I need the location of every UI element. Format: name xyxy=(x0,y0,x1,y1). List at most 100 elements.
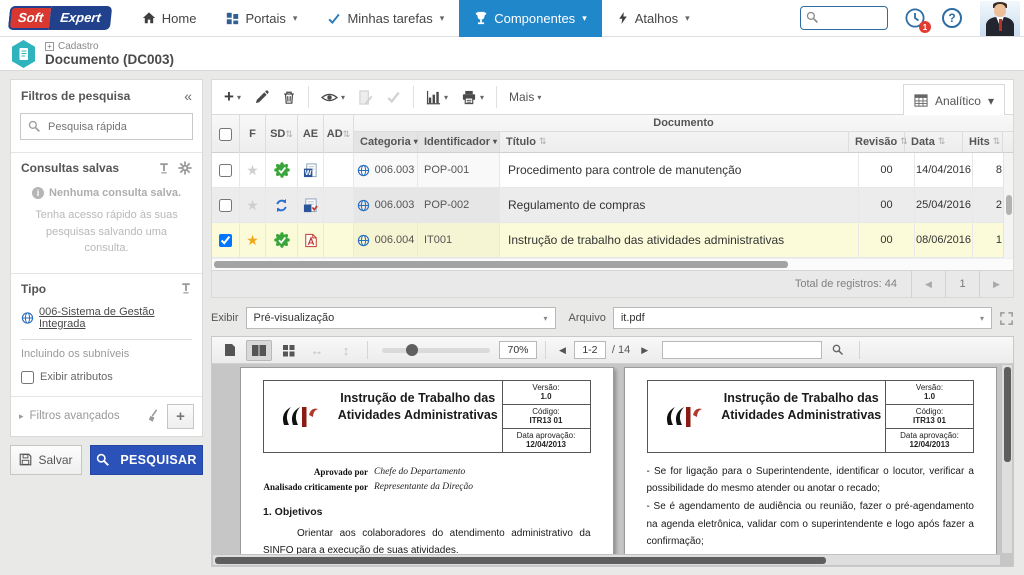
objetivos-text: Orientar aos colaboradores do atendiment… xyxy=(263,525,591,554)
nav-componentes[interactable]: Componentes ▾ xyxy=(459,0,601,37)
page-title: Documento (DC003) xyxy=(45,52,174,67)
check-icon xyxy=(386,90,401,104)
col-ad[interactable]: AD⇅ xyxy=(324,115,354,153)
row-checkbox[interactable] xyxy=(219,164,232,177)
thumbnails-view-button[interactable] xyxy=(275,340,301,361)
nav-minhas-tarefas[interactable]: Minhas tarefas ▾ xyxy=(312,0,459,37)
chart-button[interactable]: ▾ xyxy=(420,85,454,110)
favorite-star-icon[interactable]: ★ xyxy=(246,232,259,249)
select-all-checkbox[interactable] xyxy=(219,128,232,141)
nav-portais[interactable]: Portais ▾ xyxy=(211,0,312,37)
fullscreen-icon[interactable] xyxy=(999,311,1014,326)
exibir-select[interactable]: Pré-visualização ▾ xyxy=(246,307,556,329)
edit-button[interactable] xyxy=(248,85,275,110)
page-number-input[interactable]: 1-2 xyxy=(574,341,606,359)
logo-soft: Soft xyxy=(8,6,52,30)
breadcrumb-section[interactable]: Cadastro xyxy=(58,41,99,52)
zoom-value[interactable]: 70% xyxy=(499,341,537,359)
col-ae[interactable]: AE xyxy=(298,115,324,153)
saved-queries-title: Consultas salvas xyxy=(21,161,119,175)
table-row-selected[interactable]: ★ 006.004 IT001 Instrução de trabalho da… xyxy=(212,223,1013,258)
cell-revisao: 00 xyxy=(880,164,892,176)
zoom-slider[interactable] xyxy=(382,348,490,353)
trash-icon xyxy=(282,90,296,105)
view-mode-selector[interactable]: Analítico ▾ xyxy=(903,84,1005,116)
zoom-slider-knob[interactable] xyxy=(406,344,418,356)
next-page-button[interactable]: ▶ xyxy=(979,271,1013,298)
cell-categoria: 006.004 xyxy=(375,234,415,246)
facing-pages-view-button[interactable] xyxy=(246,340,272,361)
pdf-search-input[interactable] xyxy=(662,341,822,359)
pdf-viewer-area[interactable]: Instrução de Trabalho das Atividades Adm… xyxy=(212,364,1013,566)
prev-page-button[interactable]: ◀ xyxy=(911,271,945,298)
codigo-value: ITR13 01 xyxy=(888,416,971,425)
nav-home[interactable]: Home xyxy=(127,0,212,37)
prev-page-icon[interactable]: ◀ xyxy=(554,345,571,356)
next-page-icon[interactable]: ▶ xyxy=(636,345,653,356)
col-identificador[interactable]: Identificador▾ xyxy=(418,132,500,152)
more-button[interactable]: Mais ▾ xyxy=(503,85,547,109)
cell-titulo: Instrução de trabalho das atividades adm… xyxy=(508,233,784,247)
favorite-star-icon[interactable]: ★ xyxy=(246,162,259,179)
delete-button[interactable] xyxy=(276,85,302,110)
row-checkbox[interactable] xyxy=(219,234,232,247)
table-row[interactable]: ★ 006.003 POP-002 Regulamento de compras… xyxy=(212,188,1013,223)
show-attributes-label: Exibir atributos xyxy=(40,371,113,383)
sort-desc-icon: ▾ xyxy=(493,137,497,146)
pdf-vertical-scrollbar[interactable] xyxy=(1001,365,1012,553)
nav-atalhos[interactable]: Atalhos ▾ xyxy=(602,0,705,37)
softexpert-logo[interactable]: Soft Expert xyxy=(8,6,112,30)
search-button[interactable]: PESQUISAR xyxy=(90,445,203,475)
cell-hits: 1 xyxy=(996,234,1002,246)
chevron-down-icon: ▾ xyxy=(980,314,984,323)
expand-tree-icon[interactable]: + xyxy=(45,42,54,51)
codigo-label: Código: xyxy=(888,407,971,416)
pdf-page-1: Instrução de Trabalho das Atividades Adm… xyxy=(240,367,614,554)
grid-vertical-scrollbar[interactable] xyxy=(1003,153,1013,258)
print-button[interactable]: ▾ xyxy=(455,85,490,110)
aprovacao-value: 12/04/2013 xyxy=(888,440,971,449)
pin-icon[interactable] xyxy=(158,162,170,175)
company-logo xyxy=(264,381,334,452)
col-sd[interactable]: SD⇅ xyxy=(266,115,298,153)
home-icon xyxy=(142,11,156,25)
category-link[interactable]: 006-Sistema de Gestão Integrada xyxy=(39,306,192,330)
grid-horizontal-scrollbar[interactable] xyxy=(212,258,1013,270)
arquivo-select[interactable]: it.pdf ▾ xyxy=(613,307,992,329)
quick-search-input[interactable] xyxy=(20,113,193,140)
user-avatar[interactable] xyxy=(980,1,1020,36)
view-button[interactable]: ▾ xyxy=(315,85,351,110)
advanced-filters-row[interactable]: ▸ Filtros avançados + xyxy=(11,396,202,436)
col-categoria[interactable]: Categoria▾ xyxy=(354,132,418,152)
add-button[interactable]: + ▾ xyxy=(218,85,247,109)
filters-panel-title: Filtros de pesquisa xyxy=(21,89,130,103)
cell-identificador: POP-001 xyxy=(424,164,469,176)
gear-icon[interactable] xyxy=(178,161,192,175)
col-revisao[interactable]: Revisão⇅ xyxy=(849,132,905,152)
clear-filters-icon[interactable] xyxy=(147,409,161,423)
col-data[interactable]: Data⇅ xyxy=(905,132,963,152)
row-checkbox[interactable] xyxy=(219,199,232,212)
single-page-view-button[interactable] xyxy=(217,340,243,361)
col-favorite[interactable]: F xyxy=(240,115,266,153)
cell-titulo: Procedimento para controle de manutenção xyxy=(508,163,741,177)
save-button[interactable]: Salvar xyxy=(10,445,82,475)
cell-data: 14/04/2016 xyxy=(916,164,971,176)
current-page[interactable]: 1 xyxy=(945,271,979,298)
pending-activities-button[interactable]: 1 xyxy=(904,7,926,29)
table-row[interactable]: ★ W 006.003 POP-001 Procedimento para co… xyxy=(212,153,1013,188)
show-attributes-checkbox[interactable] xyxy=(21,371,34,384)
add-filter-button[interactable]: + xyxy=(167,404,194,429)
help-button[interactable]: ? xyxy=(942,8,962,28)
favorite-star-icon[interactable]: ★ xyxy=(246,197,259,214)
advanced-filters-label: Filtros avançados xyxy=(30,410,120,422)
sublevels-label: Incluindo os subníveis xyxy=(21,340,192,362)
pin-icon[interactable] xyxy=(180,282,192,295)
col-titulo[interactable]: Título⇅ xyxy=(500,132,849,152)
versao-value: 1.0 xyxy=(505,392,588,401)
collapse-sidebar-icon[interactable]: « xyxy=(184,91,192,101)
col-hits[interactable]: Hits⇅ xyxy=(963,132,1003,152)
cell-identificador: IT001 xyxy=(424,234,452,246)
pdf-horizontal-scrollbar[interactable] xyxy=(213,554,1000,565)
pdf-search-button[interactable] xyxy=(825,340,851,361)
